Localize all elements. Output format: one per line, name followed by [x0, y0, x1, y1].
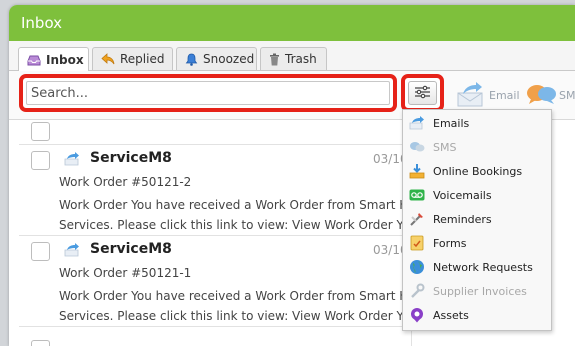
search-input[interactable]: [26, 81, 390, 105]
filter-highlight: [401, 74, 444, 112]
filter-menu-item-reminders[interactable]: Reminders: [403, 207, 551, 231]
filter-menu-item-label: Emails: [433, 116, 470, 130]
filter-menu-item-label: Network Requests: [433, 260, 533, 274]
email-compose-icon: [455, 81, 485, 110]
list-item[interactable]: ServiceM8 03/10 Work Order #50121-1 Work…: [19, 236, 411, 327]
filter-menu-item-online-bookings[interactable]: Online Bookings: [403, 159, 551, 183]
tab-inbox[interactable]: Inbox: [18, 47, 89, 71]
tab-strip: Inbox Replied Snoozed Trash: [9, 41, 575, 71]
email-arrow-icon: [409, 115, 425, 131]
tab-replied-label: Replied: [120, 52, 165, 66]
tab-inbox-label: Inbox: [46, 52, 84, 67]
filter-menu-item-voicemails[interactable]: Voicemails: [403, 183, 551, 207]
filter-menu-item-label: Reminders: [433, 212, 492, 226]
message-checkbox[interactable]: [31, 340, 50, 346]
chat-bubbles-icon: [525, 81, 557, 110]
message-subject: Work Order #50121-1: [59, 266, 192, 280]
booking-download-icon: [409, 163, 425, 179]
message-checkbox[interactable]: [31, 151, 50, 170]
globe-icon: [409, 259, 425, 275]
tab-snoozed[interactable]: Snoozed: [176, 47, 257, 70]
filter-menu-item-sms[interactable]: SMS: [403, 135, 551, 159]
wrench-icon: [409, 283, 425, 299]
message-preview: Work Order You have received a Work Orde…: [59, 286, 411, 326]
message-checkbox[interactable]: [31, 242, 50, 261]
filter-menu-item-emails[interactable]: Emails: [403, 111, 551, 135]
filter-menu-item-forms[interactable]: Forms: [403, 231, 551, 255]
filter-menu-item-label: SMS: [433, 140, 457, 154]
filter-menu-item-label: Online Bookings: [433, 164, 523, 178]
message-preview-line: Work Order You have received a Work Orde…: [59, 198, 411, 212]
tab-trash[interactable]: Trash: [260, 47, 327, 70]
inbox-window: Inbox Inbox Replied Snoozed Trash Search…: [9, 5, 575, 346]
select-all-checkbox[interactable]: [31, 122, 50, 141]
message-preview: Work Order You have received a Work Orde…: [59, 195, 411, 235]
asset-pin-icon: [409, 307, 425, 323]
tab-snoozed-label: Snoozed: [203, 52, 255, 66]
reminder-icon: [409, 211, 425, 227]
filter-menu-item-label: Assets: [433, 308, 469, 322]
filter-menu-item-label: Voicemails: [433, 188, 492, 202]
reply-arrow-icon: [101, 53, 115, 65]
message-subject: Work Order #50121-2: [59, 175, 192, 189]
filter-menu-item-label: Forms: [433, 236, 467, 250]
message-preview-line: Services. Please click this link to view…: [59, 309, 411, 323]
forms-icon: [409, 235, 425, 251]
voicemail-icon: [409, 187, 425, 203]
new-email-button[interactable]: Email: [455, 81, 520, 110]
new-sms-button[interactable]: SM: [525, 81, 575, 110]
filter-menu-item-assets[interactable]: Assets: [403, 303, 551, 327]
sms-label: SM: [559, 89, 575, 102]
filter-button[interactable]: [408, 81, 437, 105]
search-highlight: [19, 74, 397, 112]
list-item[interactable]: ServiceM8 03/10 Work Order #50121-2 Work…: [19, 145, 411, 236]
list-item-partial: [19, 337, 411, 346]
filter-menu-item-label: Supplier Invoices: [433, 284, 527, 298]
message-sender: ServiceM8: [90, 241, 172, 257]
tab-trash-label: Trash: [285, 52, 317, 66]
message-sender: ServiceM8: [90, 150, 172, 166]
filter-menu-item-network-requests[interactable]: Network Requests: [403, 255, 551, 279]
tab-replied[interactable]: Replied: [92, 47, 173, 70]
trash-icon: [269, 53, 280, 66]
email-label: Email: [489, 89, 520, 102]
message-preview-line: Work Order You have received a Work Orde…: [59, 289, 411, 303]
email-arrow-icon: [63, 151, 81, 170]
list-header: A: [19, 119, 411, 145]
sliders-icon: [414, 84, 431, 103]
window-title: Inbox: [9, 5, 575, 41]
email-arrow-icon: [63, 242, 81, 261]
message-preview-line: Services. Please click this link to view…: [59, 218, 411, 232]
bell-icon: [185, 53, 198, 66]
inbox-tray-icon: [27, 54, 41, 66]
filter-menu: Emails SMS Online Bookings Voicemails Re…: [402, 109, 552, 331]
filter-menu-item-supplier-invoices[interactable]: Supplier Invoices: [403, 279, 551, 303]
chat-bubbles-icon: [409, 139, 425, 155]
